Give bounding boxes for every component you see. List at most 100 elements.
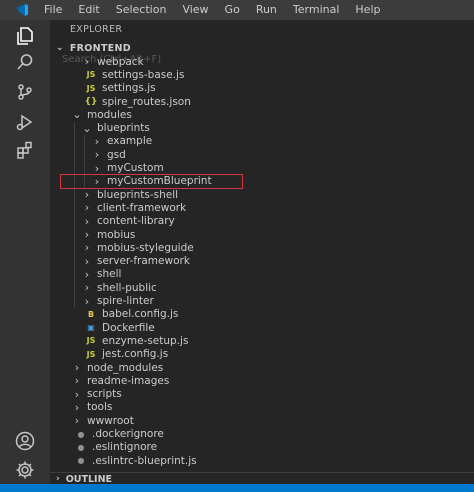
tree-item-label: babel.config.js: [102, 308, 179, 321]
activity-bar: [0, 20, 50, 484]
chevron-right-icon: ›: [74, 414, 80, 428]
chevron-right-icon: ›: [84, 241, 90, 255]
tree-folder-item[interactable]: ⌄ blueprints: [50, 122, 474, 135]
tree-item-label: modules: [87, 108, 132, 121]
chevron-down-icon: ⌄: [82, 121, 92, 135]
tree-item-label: blueprints: [97, 122, 150, 135]
tree-item-label: settings-base.js: [102, 68, 185, 81]
tree-folder-item[interactable]: › myCustom: [50, 161, 474, 175]
tree-file-item[interactable]: {} spire_routes.json: [50, 95, 474, 108]
tree-folder-item[interactable]: › blueprints-shell: [50, 188, 474, 201]
search-icon[interactable]: [9, 46, 41, 78]
config-file-icon: ●: [77, 429, 85, 439]
config-file-icon: ●: [77, 442, 85, 452]
js-file-icon: JS: [86, 349, 96, 359]
tree-item-label: myCustom: [107, 162, 164, 175]
settings-gear-icon[interactable]: [9, 454, 41, 486]
tree-folder-item[interactable]: › myCustomBlueprint: [50, 175, 474, 188]
tree-folder-item[interactable]: › node_modules: [50, 361, 474, 374]
tree-item-label: scripts: [87, 388, 122, 401]
tree-folder-item[interactable]: › gsd: [50, 148, 474, 161]
chevron-right-icon: ›: [84, 254, 90, 268]
tree-file-item[interactable]: JS settings.js: [50, 82, 474, 95]
menu-view[interactable]: View: [182, 0, 208, 20]
js-file-icon: JS: [86, 70, 96, 80]
explorer-sidebar: EXPLORER ⌄ FRONTEND Search (Ctrl+Alt+F) …: [50, 20, 474, 484]
tree-folder-item[interactable]: › scripts: [50, 388, 474, 401]
tree-item-label: wwwroot: [87, 414, 134, 427]
tree-folder-item[interactable]: › shell-public: [50, 281, 474, 294]
tree-folder-item[interactable]: › content-library: [50, 215, 474, 228]
chevron-right-icon: ›: [94, 134, 100, 148]
config-file-icon: ●: [77, 456, 85, 466]
menu-selection[interactable]: Selection: [116, 0, 167, 20]
vscode-logo-icon: [0, 0, 44, 20]
tree-item-label: client-framework: [97, 201, 187, 214]
tree-file-item[interactable]: Bbabel.config.js: [50, 308, 474, 321]
tree-item-label: myCustomBlueprint: [107, 175, 212, 188]
tree-item-label: shell: [97, 268, 122, 281]
chevron-right-icon: ›: [94, 174, 100, 188]
tree-item-label: gsd: [107, 148, 126, 161]
tree-folder-item[interactable]: › webpack: [50, 55, 474, 68]
menu-run[interactable]: Run: [256, 0, 277, 20]
tree-file-item[interactable]: ● .eslintrc-blueprint.js: [50, 454, 474, 467]
json-file-icon: {}: [84, 96, 98, 107]
tree-item-label: enzyme-setup.js: [102, 334, 189, 347]
chevron-down-icon: ⌄: [56, 43, 64, 53]
chevron-right-icon: ›: [84, 55, 90, 69]
chevron-right-icon: ›: [94, 148, 100, 162]
tree-folder-item[interactable]: › mobius: [50, 228, 474, 241]
tree-file-item[interactable]: JS enzyme-setup.js: [50, 334, 474, 347]
menu-help[interactable]: Help: [355, 0, 380, 20]
indent-guide: [84, 134, 85, 188]
menu-terminal[interactable]: Terminal: [293, 0, 340, 20]
menu-go[interactable]: Go: [225, 0, 240, 20]
tree-folder-item[interactable]: › readme-images: [50, 374, 474, 387]
menu-bar: File Edit Selection View Go Run Terminal…: [0, 0, 474, 20]
chevron-right-icon: ›: [94, 161, 100, 175]
tree-item-label: mobius: [97, 228, 136, 241]
chevron-right-icon: ›: [84, 294, 90, 308]
tree-file-item[interactable]: ● .eslintignore: [50, 441, 474, 454]
tree-folder-item[interactable]: › tools: [50, 401, 474, 414]
tree-file-item[interactable]: ● .dockerignore: [50, 427, 474, 440]
tree-folder-item[interactable]: › spire-linter: [50, 294, 474, 308]
extensions-icon[interactable]: [9, 134, 41, 166]
tree-folder-item[interactable]: › client-framework: [50, 201, 474, 214]
js-file-icon: JS: [86, 336, 96, 346]
tree-item-label: jest.config.js: [102, 348, 169, 361]
js-file-icon: JS: [86, 83, 96, 93]
tree-item-label: tools: [87, 401, 113, 414]
chevron-right-icon: ›: [74, 374, 80, 388]
tree-item-label: server-framework: [97, 255, 190, 268]
tree-folder-item[interactable]: › wwwroot: [50, 414, 474, 427]
chevron-right-icon: ›: [74, 361, 80, 375]
chevron-right-icon: ›: [84, 201, 90, 215]
menu-file[interactable]: File: [44, 0, 62, 20]
tree-item-label: readme-images: [87, 374, 170, 387]
status-bar: [0, 484, 474, 492]
tree-file-item[interactable]: JS settings-base.js: [50, 68, 474, 81]
tree-folder-item[interactable]: › shell: [50, 268, 474, 281]
chevron-right-icon: ›: [74, 400, 80, 414]
account-icon[interactable]: [9, 425, 41, 457]
tree-file-item[interactable]: ▣ Dockerfile: [50, 321, 474, 334]
tree-folder-item[interactable]: ⌄ modules: [50, 108, 474, 121]
tree-item-label: blueprints-shell: [97, 188, 179, 201]
tree-item-label: mobius-styleguide: [97, 241, 194, 254]
tree-item-label: shell-public: [97, 281, 157, 294]
chevron-down-icon: ⌄: [72, 108, 82, 122]
tree-folder-item[interactable]: › example: [50, 135, 474, 148]
indent-guide: [74, 121, 75, 308]
tree-folder-item[interactable]: › server-framework: [50, 255, 474, 268]
tree-item-label: .eslintrc-blueprint.js: [92, 454, 197, 467]
tree-item-label: webpack: [97, 55, 144, 68]
tree-folder-item[interactable]: › mobius-styleguide: [50, 241, 474, 254]
tree-file-item[interactable]: JS jest.config.js: [50, 348, 474, 361]
tree-item-label: node_modules: [87, 361, 164, 374]
sidebar-title: EXPLORER: [70, 24, 123, 35]
menu-edit[interactable]: Edit: [78, 0, 99, 20]
chevron-right-icon: ›: [84, 228, 90, 242]
source-control-icon[interactable]: [9, 76, 41, 108]
